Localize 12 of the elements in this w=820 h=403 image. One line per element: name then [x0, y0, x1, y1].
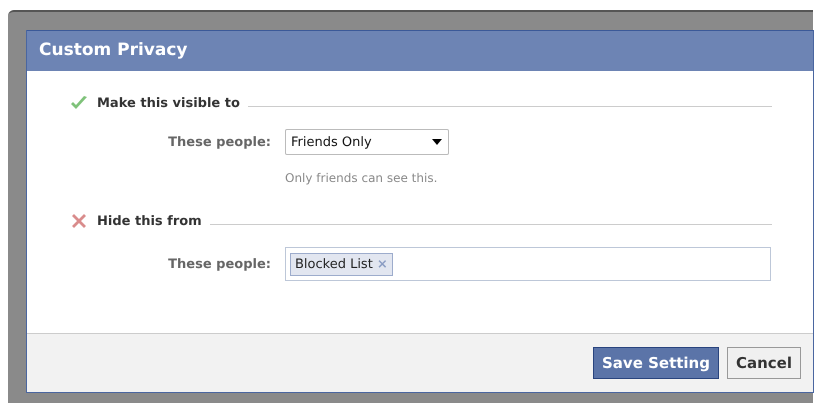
hint-text: Only friends can see this.: [285, 171, 438, 185]
dialog-title: Custom Privacy: [27, 30, 813, 71]
section-heading: Make this visible to: [97, 96, 240, 110]
save-button[interactable]: Save Setting: [593, 347, 719, 379]
caret-icon: [432, 139, 442, 145]
cancel-button[interactable]: Cancel: [726, 347, 801, 379]
privacy-dropdown[interactable]: Friends Only: [285, 129, 449, 155]
people-input-field[interactable]: Blocked List ×: [285, 247, 771, 281]
list-token: Blocked List ×: [290, 252, 393, 276]
field-label: These people:: [167, 134, 272, 150]
section-heading: Hide this from: [97, 214, 202, 228]
field-label: These people:: [167, 256, 272, 272]
